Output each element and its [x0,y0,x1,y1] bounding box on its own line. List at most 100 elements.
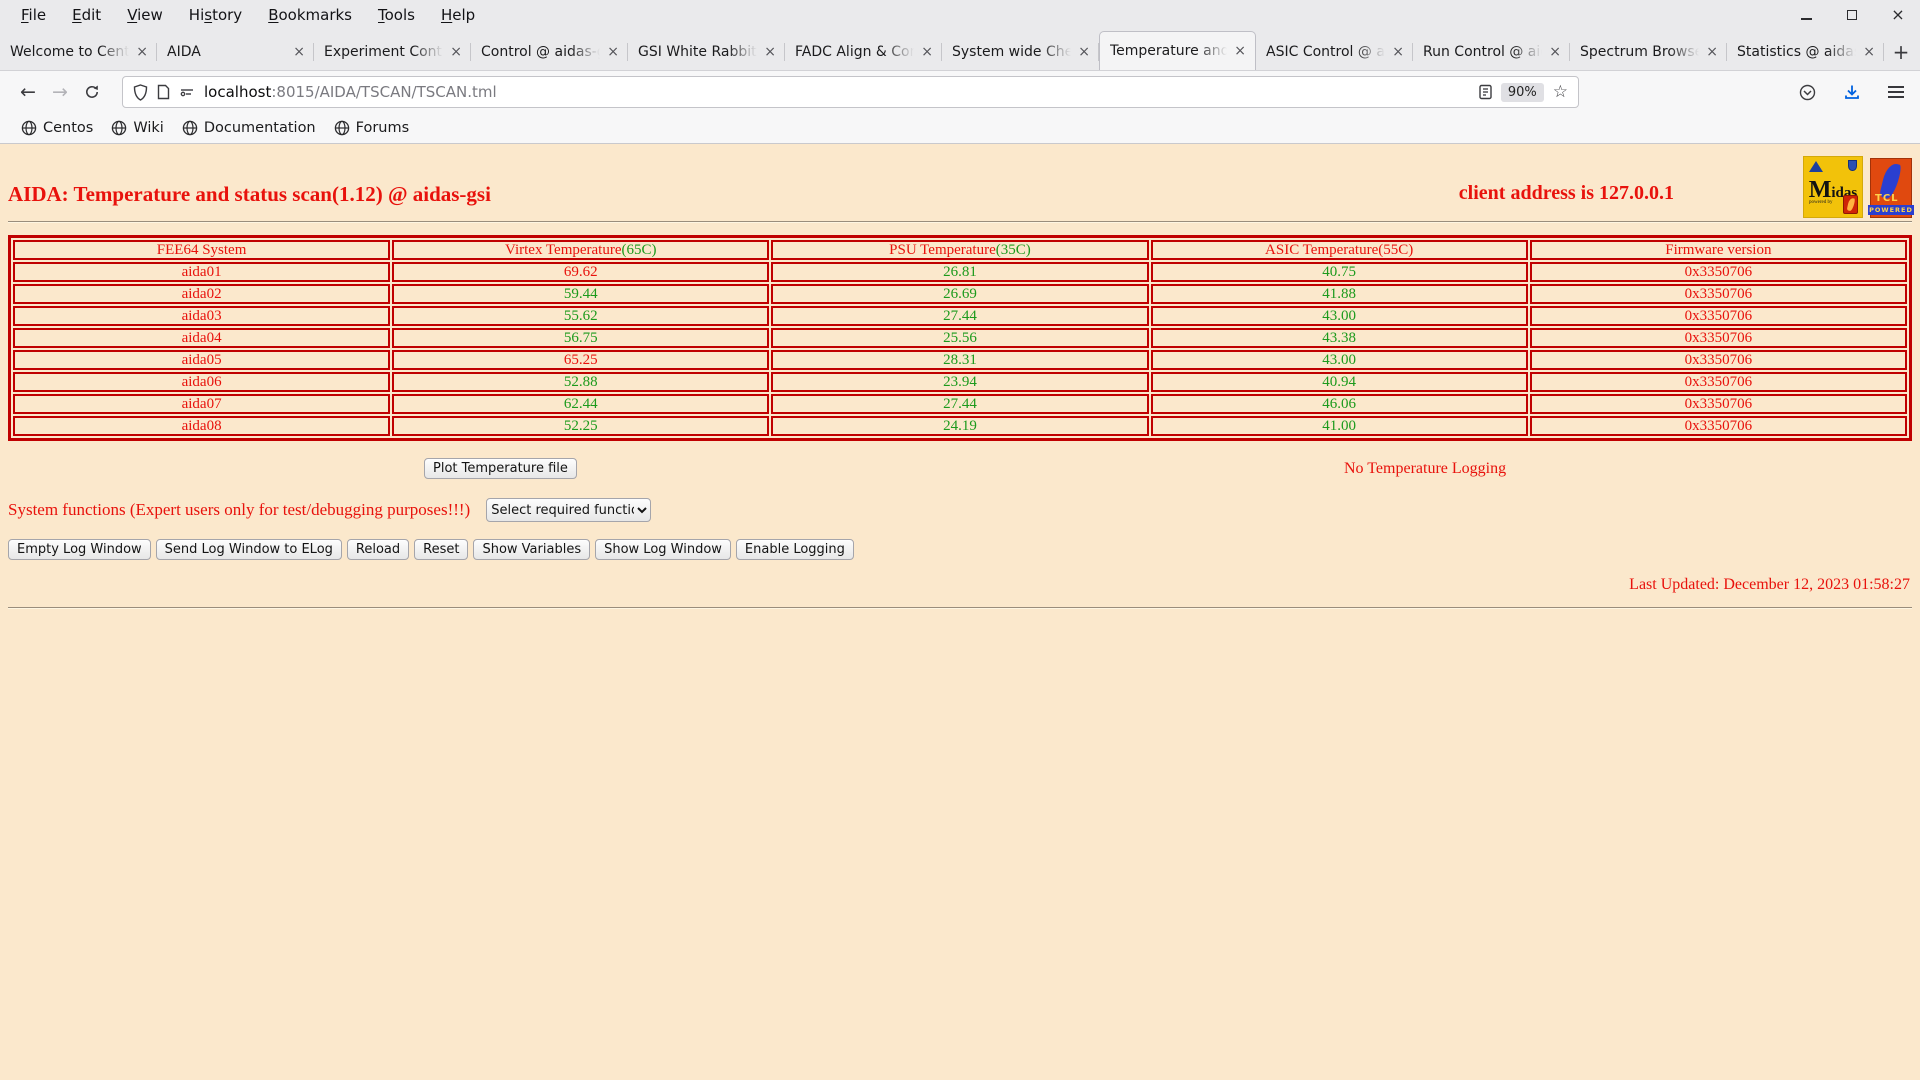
tab-experiment-contro[interactable]: Experiment Contro× [314,34,471,70]
function-select[interactable]: Select required function [486,498,651,522]
bookmark-star-icon[interactable]: ☆ [1553,82,1568,102]
page-info-icon[interactable] [157,84,170,100]
reader-mode-icon[interactable] [1479,84,1492,100]
client-address: client address is 127.0.0.1 [1459,182,1674,205]
bookmark-forums[interactable]: Forums [325,118,419,138]
tab-asic-control-aid[interactable]: ASIC Control @ aid× [1256,34,1413,70]
system-functions-label: System functions (Expert users only for … [8,500,470,520]
tcl-powered-banner: POWERED [1868,205,1914,215]
tab-close-icon[interactable]: × [1076,44,1092,60]
asic-cell: 46.06 [1151,394,1528,414]
system-cell: aida08 [13,416,390,436]
tab-title: Experiment Contro [324,44,448,60]
system-cell: aida02 [13,284,390,304]
system-cell: aida03 [13,306,390,326]
downloads-icon[interactable] [1844,84,1860,100]
page-content: AIDA: Temperature and status scan(1.12) … [0,144,1920,1080]
empty-log-window-button[interactable]: Empty Log Window [8,539,151,560]
zoom-level-badge[interactable]: 90% [1501,83,1544,102]
virtex-cell: 56.75 [392,328,769,348]
tab-welcome-to-cento[interactable]: Welcome to CentO× [0,34,157,70]
firmware-cell: 0x3350706 [1530,416,1907,436]
header-divider [8,221,1912,223]
bookmark-wiki[interactable]: Wiki [102,118,172,138]
column-header: FEE64 System [13,240,390,260]
firmware-cell: 0x3350706 [1530,328,1907,348]
show-log-window-button[interactable]: Show Log Window [595,539,731,560]
menu-file[interactable]: File [8,4,59,26]
enable-logging-button[interactable]: Enable Logging [736,539,854,560]
permissions-icon[interactable] [179,86,195,98]
tab-title: Run Control @ aida [1423,44,1547,60]
plot-temperature-button[interactable]: Plot Temperature file [424,458,577,479]
menu-bookmarks[interactable]: Bookmarks [255,4,365,26]
page-title: AIDA: Temperature and status scan(1.12) … [8,182,491,206]
table-row-aida05: aida0565.2528.3143.000x3350706 [13,350,1907,370]
bookmark-centos[interactable]: Centos [12,118,102,138]
tab-close-icon[interactable]: × [1704,44,1720,60]
url-text[interactable]: localhost:8015/AIDA/TSCAN/TSCAN.tml [204,83,497,101]
tab-run-control-aida[interactable]: Run Control @ aida× [1413,34,1570,70]
url-bar[interactable]: localhost:8015/AIDA/TSCAN/TSCAN.tml 90% … [122,76,1579,108]
tab-close-icon[interactable]: × [1232,43,1248,59]
psu-cell: 25.56 [771,328,1148,348]
virtex-cell: 62.44 [392,394,769,414]
firmware-cell: 0x3350706 [1530,394,1907,414]
firmware-cell: 0x3350706 [1530,372,1907,392]
tab-close-icon[interactable]: × [1547,44,1563,60]
tab-title: Statistics @ aidas- [1737,44,1861,60]
pocket-icon[interactable] [1799,84,1816,101]
maximize-icon[interactable] [1844,7,1860,23]
reload-button[interactable] [76,76,108,108]
bookmark-documentation[interactable]: Documentation [173,118,325,138]
firmware-cell: 0x3350706 [1530,262,1907,282]
tab-close-icon[interactable]: × [762,44,778,60]
back-button[interactable]: ← [12,76,44,108]
minimize-icon[interactable] [1798,7,1814,23]
tab-control-aidas-gs[interactable]: Control @ aidas-gs× [471,34,628,70]
tab-gsi-white-rabbit-t[interactable]: GSI White Rabbit T× [628,34,785,70]
menu-view[interactable]: View [114,4,176,26]
menu-help[interactable]: Help [428,4,488,26]
show-variables-button[interactable]: Show Variables [473,539,590,560]
tab-close-icon[interactable]: × [605,44,621,60]
bookmark-label: Documentation [204,120,316,136]
tab-fadc-align-cont[interactable]: FADC Align & Cont× [785,34,942,70]
system-cell: aida01 [13,262,390,282]
menu-bar: FileEditViewHistoryBookmarksToolsHelp × [0,0,1920,30]
tab-close-icon[interactable]: × [448,44,464,60]
menu-edit[interactable]: Edit [59,4,114,26]
close-icon[interactable]: × [1890,7,1906,23]
tcl-logo: TCL POWERED [1870,158,1912,218]
hamburger-menu-icon[interactable] [1888,86,1904,98]
tab-title: AIDA [167,44,291,60]
tab-spectrum-browser[interactable]: Spectrum Browser× [1570,34,1727,70]
virtex-cell: 55.62 [392,306,769,326]
send-log-window-to-elog-button[interactable]: Send Log Window to ELog [156,539,342,560]
new-tab-button[interactable]: + [1884,34,1918,70]
menu-tools[interactable]: Tools [365,4,428,26]
tab-close-icon[interactable]: × [919,44,935,60]
column-header: Firmware version [1530,240,1907,260]
logging-status-text: No Temperature Logging [1344,460,1506,478]
tab-temperature-and-s[interactable]: Temperature and s× [1099,31,1256,70]
forward-button[interactable]: → [44,76,76,108]
menu-history[interactable]: History [176,4,255,26]
navigation-toolbar: ← → localhost:8015/AIDA/TSCAN/TSCAN.tml … [0,70,1920,113]
tab-close-icon[interactable]: × [291,44,307,60]
tab-aida[interactable]: AIDA× [157,34,314,70]
tab-close-icon[interactable]: × [1390,44,1406,60]
firmware-cell: 0x3350706 [1530,306,1907,326]
tab-title: Welcome to CentO [10,44,134,60]
tab-close-icon[interactable]: × [1861,44,1877,60]
tab-statistics-aidas[interactable]: Statistics @ aidas-× [1727,34,1884,70]
reload-button[interactable]: Reload [347,539,409,560]
tab-close-icon[interactable]: × [134,44,150,60]
psu-cell: 27.44 [771,306,1148,326]
firmware-cell: 0x3350706 [1530,350,1907,370]
last-updated-text: Last Updated: December 12, 2023 01:58:27 [0,576,1910,594]
shield-icon[interactable] [133,84,148,101]
reset-button[interactable]: Reset [414,539,468,560]
menu-items: FileEditViewHistoryBookmarksToolsHelp [8,4,488,26]
tab-system-wide-check[interactable]: System wide Check× [942,34,1099,70]
